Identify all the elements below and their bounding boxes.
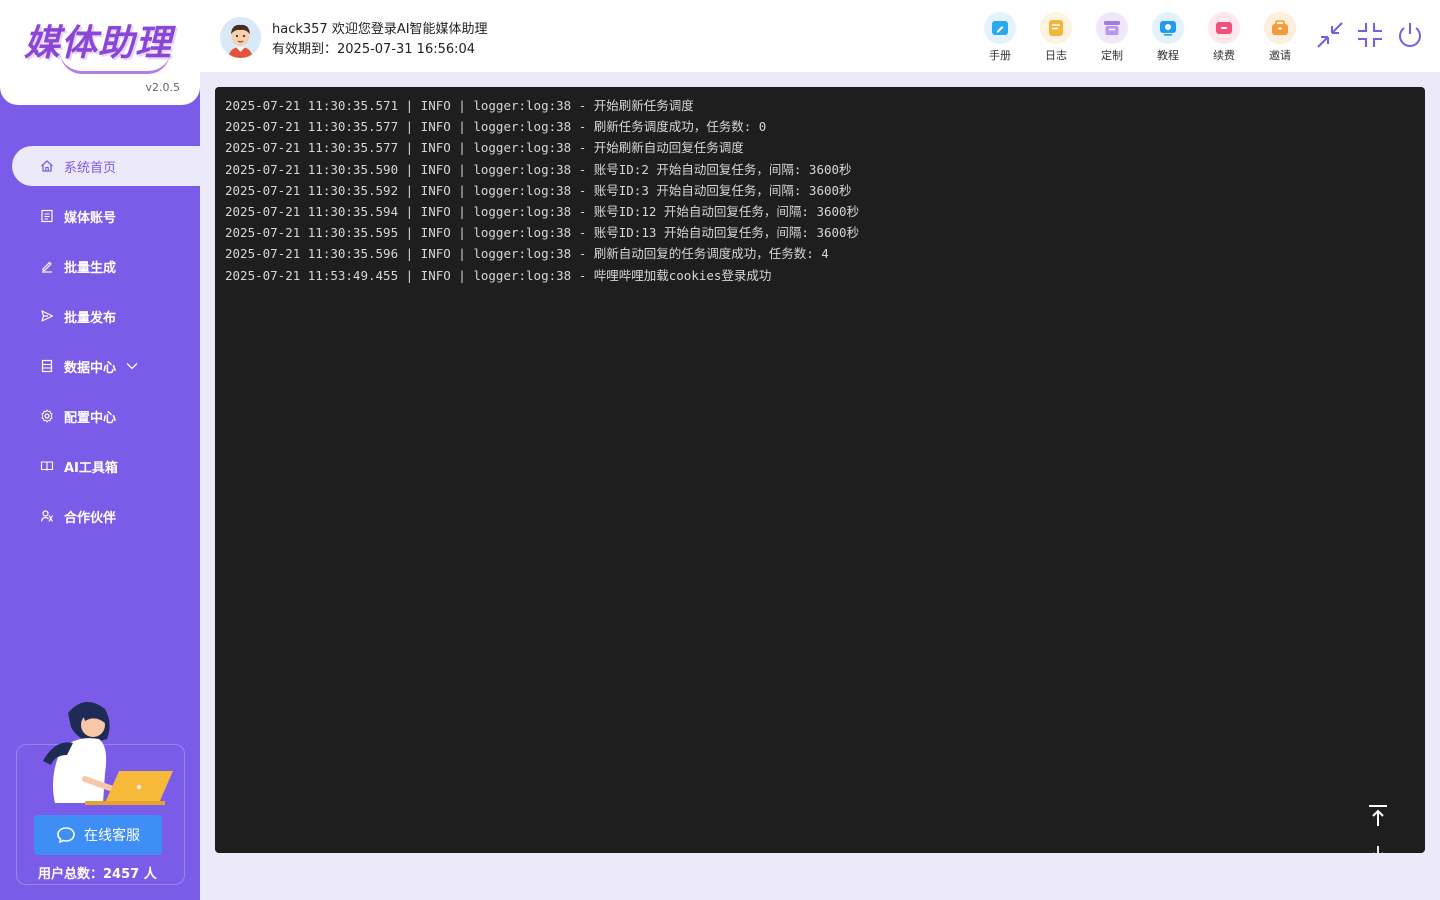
chat-bubble-icon	[57, 827, 75, 844]
logo-swoosh	[60, 52, 170, 74]
tool-label: 日志	[1045, 49, 1067, 62]
sidebar-item-label: 数据中心	[64, 360, 117, 376]
tool-label: 邀请	[1269, 49, 1291, 62]
log-line: 2025-07-21 11:30:35.577 | INFO | logger:…	[225, 119, 767, 135]
edit-pen-icon	[40, 259, 54, 273]
sidebar-item-media-accounts[interactable]: 媒体账号	[12, 196, 200, 236]
top-header: hack357 欢迎您登录AI智能媒体助理 有效期到：2025-07-31 16…	[200, 0, 1440, 72]
tool-label: 续费	[1213, 49, 1235, 62]
account-list-icon	[40, 209, 54, 223]
log-line: 2025-07-21 11:53:49.455 | INFO | logger:…	[225, 267, 772, 283]
tool-custom[interactable]: 定制	[1084, 12, 1140, 63]
sidebar-item-label: 配置中心	[64, 410, 117, 426]
support-card: 在线客服 用户总数：2457 人	[16, 701, 185, 885]
home-icon	[40, 159, 54, 173]
exit-fullscreen-icon[interactable]	[1355, 20, 1385, 54]
log-line: 2025-07-21 11:30:35.596 | INFO | logger:…	[225, 246, 829, 262]
minimize-icon[interactable]	[1315, 20, 1345, 54]
sidebar-nav: 系统首页 媒体账号 批量生成 批量发布 数据中心 配置中心 AI工具箱 合作伙伴	[0, 146, 200, 546]
sidebar-item-label: AI工具箱	[64, 460, 118, 476]
sidebar-item-label: 系统首页	[64, 160, 117, 176]
sidebar-item-label: 合作伙伴	[64, 510, 117, 526]
sidebar: 媒体助理 v2.0.5 系统首页 媒体账号 批量生成 批量发布 数据中心 配置中…	[0, 0, 200, 900]
log-line: 2025-07-21 11:30:35.595 | INFO | logger:…	[225, 225, 860, 241]
sidebar-item-label: 批量生成	[64, 260, 117, 276]
tutorial-icon	[1152, 12, 1184, 44]
tool-label: 手册	[989, 49, 1011, 62]
welcome-message: hack357 欢迎您登录AI智能媒体助理	[272, 22, 488, 37]
book-icon	[40, 459, 54, 473]
tool-log[interactable]: 日志	[1028, 12, 1084, 63]
tool-label: 教程	[1157, 49, 1179, 62]
tool-invite[interactable]: 邀请	[1252, 12, 1308, 63]
sidebar-item-data-center[interactable]: 数据中心	[12, 346, 200, 386]
send-icon	[40, 309, 54, 323]
renew-icon	[1208, 12, 1240, 44]
tool-manual[interactable]: 手册	[972, 12, 1028, 63]
sidebar-item-label: 批量发布	[64, 310, 117, 326]
user-total-count: 用户总数：2457 人	[38, 867, 157, 882]
header-tools: 手册 日志 定制 教程 续费 邀请	[972, 12, 1308, 63]
log-line: 2025-07-21 11:30:35.594 | INFO | logger:…	[225, 203, 860, 219]
partner-icon	[40, 509, 54, 523]
custom-icon	[1096, 12, 1128, 44]
log-line: 2025-07-21 11:30:35.577 | INFO | logger:…	[225, 140, 744, 156]
sidebar-item-batch-generate[interactable]: 批量生成	[12, 246, 200, 286]
online-support-button[interactable]: 在线客服	[34, 815, 162, 855]
power-icon[interactable]	[1395, 20, 1425, 54]
app-version: v2.0.5	[145, 81, 181, 94]
sidebar-item-partners[interactable]: 合作伙伴	[12, 496, 200, 536]
sidebar-item-ai-toolbox[interactable]: AI工具箱	[12, 446, 200, 486]
log-line: 2025-07-21 11:30:35.592 | INFO | logger:…	[225, 182, 852, 198]
support-illustration	[43, 701, 173, 805]
manual-icon	[984, 12, 1016, 44]
tool-renew[interactable]: 续费	[1196, 12, 1252, 63]
sidebar-item-batch-publish[interactable]: 批量发布	[12, 296, 200, 336]
log-lines: 2025-07-21 11:30:35.571 | INFO | logger:…	[225, 95, 859, 286]
online-support-label: 在线客服	[84, 828, 140, 844]
invite-icon	[1264, 12, 1296, 44]
log-line: 2025-07-21 11:30:35.590 | INFO | logger:…	[225, 161, 852, 177]
tool-label: 定制	[1101, 49, 1123, 62]
gear-icon	[40, 409, 54, 423]
chevron-down-icon[interactable]	[126, 359, 138, 374]
scroll-to-bottom-icon[interactable]	[1367, 844, 1389, 853]
log-console[interactable]: 2025-07-21 11:30:35.571 | INFO | logger:…	[215, 87, 1425, 853]
sidebar-item-config-center[interactable]: 配置中心	[12, 396, 200, 436]
log-line: 2025-07-21 11:30:35.571 | INFO | logger:…	[225, 98, 694, 113]
expiry-date: 有效期到：2025-07-31 16:56:04	[272, 42, 476, 57]
avatar[interactable]	[220, 17, 261, 58]
log-icon	[1040, 12, 1072, 44]
sidebar-item-label: 媒体账号	[64, 210, 117, 226]
tool-tutorial[interactable]: 教程	[1140, 12, 1196, 63]
scroll-to-top-icon[interactable]	[1367, 804, 1389, 832]
logo-area: 媒体助理 v2.0.5	[0, 0, 200, 105]
data-doc-icon	[40, 359, 54, 373]
sidebar-item-home[interactable]: 系统首页	[12, 146, 200, 186]
